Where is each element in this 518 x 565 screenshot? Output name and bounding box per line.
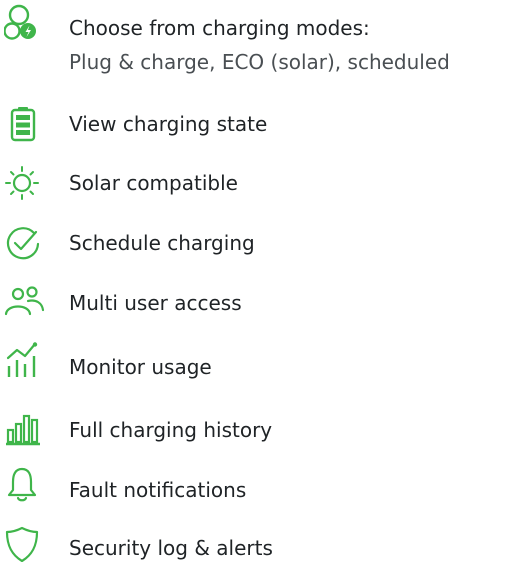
- feature-label: Security log & alerts: [69, 536, 273, 560]
- feature-label: Schedule charging: [69, 231, 255, 255]
- feature-label: Full charging history: [69, 418, 273, 442]
- users-icon: [4, 284, 46, 320]
- feature-label: Solar compatible: [69, 171, 238, 195]
- feature-label: View charging state: [69, 112, 268, 136]
- bell-icon: [4, 466, 46, 502]
- feature-label: Multi user access: [69, 291, 242, 315]
- shield-icon: [4, 526, 46, 562]
- clock-check-icon: [4, 224, 46, 260]
- feature-label: Fault notifications: [69, 478, 247, 502]
- feature-sublabel: Plug & charge, ECO (solar), scheduled: [69, 50, 450, 74]
- feature-label: Monitor usage: [69, 355, 212, 379]
- feature-list: Choose from charging modes: Plug & charg…: [0, 0, 518, 565]
- usage-graph-icon: [4, 342, 46, 378]
- charging-modes-icon: [4, 4, 46, 40]
- feature-label: Choose from charging modes:: [69, 16, 370, 40]
- sun-icon: [4, 164, 46, 200]
- bar-chart-icon: [4, 410, 46, 446]
- battery-icon: [4, 106, 46, 142]
